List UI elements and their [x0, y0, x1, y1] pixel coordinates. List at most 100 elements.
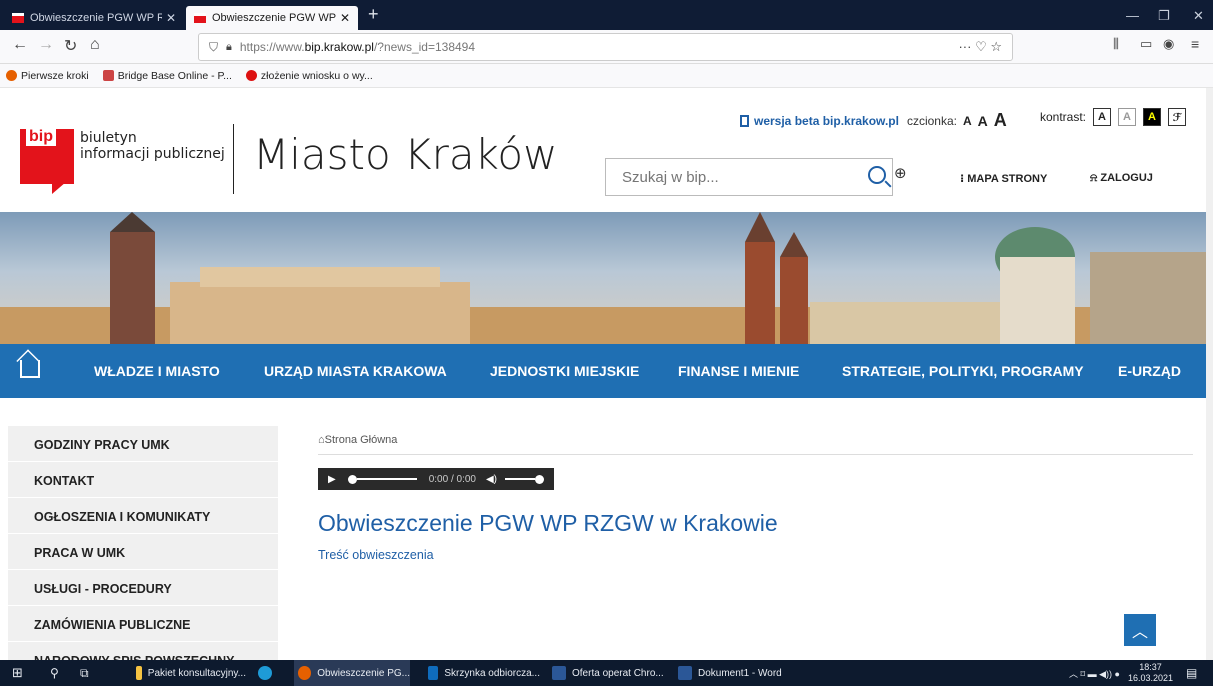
- notifications-icon[interactable]: ▤: [1186, 660, 1197, 686]
- sidebar-item-uslugi[interactable]: USŁUGI - PROCEDURY: [8, 570, 278, 606]
- search-icon[interactable]: [868, 166, 886, 184]
- account-icon[interactable]: ◉: [1163, 36, 1174, 52]
- player-duration: 0:00: [456, 473, 476, 485]
- login-link[interactable]: ⍾ ZALOGUJ: [1090, 172, 1153, 185]
- font-size-medium[interactable]: A: [978, 113, 988, 129]
- bookmark-item[interactable]: Pierwsze kroki: [6, 70, 89, 82]
- library-icon[interactable]: ⫼: [1113, 36, 1119, 52]
- new-tab-icon[interactable]: +: [368, 4, 379, 25]
- search-taskbar-icon[interactable]: ⚲: [50, 660, 59, 686]
- task-view-icon[interactable]: ⧉: [80, 660, 89, 686]
- tray-icons[interactable]: ︿ ⌑ ▬ ◀)) ●: [1069, 667, 1120, 680]
- sidebar-item-ogloszenia[interactable]: OGŁOSZENIA I KOMUNIKATY: [8, 498, 278, 534]
- accessibility-bar: wersja beta bip.krakow.pl czcionka: A A …: [740, 110, 1007, 131]
- hearing-impaired-icon[interactable]: ℱ: [1168, 108, 1187, 126]
- close-tab-icon[interactable]: ✕: [166, 11, 176, 25]
- clock[interactable]: 18:37 16.03.2021: [1128, 662, 1173, 684]
- seek-knob[interactable]: [347, 474, 357, 484]
- url-prefix: https://www.: [239, 40, 305, 54]
- sidebar-item-kontakt[interactable]: KONTAKT: [8, 462, 278, 498]
- menu-item-e-urzad[interactable]: E-URZĄD: [1118, 363, 1181, 379]
- firefox-icon: [6, 70, 17, 81]
- player-current-time: 0:00: [428, 473, 449, 485]
- taskbar-app[interactable]: Pakiet konsultacyjny...: [136, 660, 246, 686]
- edge-icon[interactable]: [258, 660, 278, 686]
- url-bar[interactable]: ⛉ 🔒︎ https://www. bip.krakow.pl/?news_id=…: [198, 33, 1013, 61]
- contrast-high-button[interactable]: A: [1143, 108, 1162, 126]
- start-icon[interactable]: ⊞: [12, 660, 23, 686]
- bookmarks-bar: Pierwsze kroki Bridge Base Online - P...…: [0, 64, 1213, 88]
- home-icon[interactable]: [20, 360, 40, 378]
- browser-tab-active[interactable]: Obwieszczenie PGW WP RZGW ✕: [186, 6, 358, 30]
- sitemap-label: MAPA STRONY: [967, 173, 1048, 185]
- breadcrumb[interactable]: ⌂Strona Główna: [318, 434, 397, 446]
- menu-item-finanse[interactable]: FINANSE I MIENIE: [678, 363, 799, 379]
- scroll-to-top-button[interactable]: ︿: [1124, 614, 1156, 646]
- beta-link[interactable]: wersja beta bip.krakow.pl: [740, 114, 899, 128]
- menu-icon[interactable]: ≡: [1191, 36, 1199, 52]
- url-domain: bip.krakow.pl: [304, 40, 374, 54]
- forward-icon[interactable]: →: [38, 36, 54, 54]
- sidebar-icon[interactable]: ▭: [1140, 36, 1152, 52]
- volume-knob[interactable]: [535, 474, 545, 484]
- close-window-icon[interactable]: ✕: [1193, 8, 1204, 24]
- sidebar-item-praca[interactable]: PRACA W UMK: [8, 534, 278, 570]
- site-favicon-icon: [194, 13, 206, 23]
- lock-icon: 🔒︎: [226, 40, 232, 53]
- breadcrumb-label: Strona Główna: [324, 434, 398, 446]
- sidebar-item-zamowienia[interactable]: ZAMÓWIENIA PUBLICZNE: [8, 606, 278, 642]
- close-tab-icon[interactable]: ✕: [340, 11, 350, 25]
- logo-text: biuletyn informacji publicznej: [80, 130, 225, 162]
- contrast-normal-button[interactable]: A: [1093, 108, 1112, 126]
- site-title[interactable]: Miasto Kraków: [253, 130, 557, 179]
- reload-icon[interactable]: ↻: [64, 36, 77, 56]
- page-actions-icon[interactable]: ··· ♡ ☆: [958, 39, 1002, 55]
- minimize-icon[interactable]: —: [1126, 8, 1139, 23]
- beta-icon: [740, 114, 749, 127]
- browser-tab[interactable]: Obwieszczenie PGW WP RZGW ✕: [4, 6, 184, 30]
- taskbar-app-label: Obwieszczenie PG...: [317, 667, 410, 679]
- tab-title: Obwieszczenie PGW WP RZGW: [212, 12, 336, 24]
- page-scrollbar[interactable]: [1206, 88, 1213, 660]
- taskbar-app-label: Oferta operat Chro...: [572, 667, 664, 679]
- taskbar-app-active[interactable]: Obwieszczenie PG...: [294, 660, 410, 686]
- restore-icon[interactable]: ❐: [1158, 8, 1170, 24]
- bookmark-item[interactable]: Bridge Base Online - P...: [102, 70, 232, 82]
- play-icon[interactable]: ▶: [328, 474, 336, 485]
- seek-bar[interactable]: [356, 478, 417, 480]
- sidebar-item-spis[interactable]: NARODOWY SPIS POWSZECHNY: [8, 642, 278, 660]
- advanced-search-icon[interactable]: ⊕: [894, 164, 907, 182]
- sidebar-item-godziny[interactable]: GODZINY PRACY UMK: [8, 426, 278, 462]
- font-size-large[interactable]: A: [994, 110, 1007, 131]
- home-icon[interactable]: ⌂: [90, 36, 100, 54]
- logo-line-2: informacji publicznej: [80, 146, 225, 162]
- announcement-link[interactable]: Treść obwieszczenia: [318, 548, 434, 562]
- sitemap-link[interactable]: ⁝ MAPA STRONY: [960, 172, 1047, 185]
- audio-player: ▶ 0:00 / 0:00 ◀): [318, 468, 554, 490]
- login-label: ZALOGUJ: [1100, 172, 1153, 184]
- volume-icon[interactable]: ◀): [486, 474, 497, 485]
- page-title: Obwieszczenie PGW WP RZGW w Krakowie: [318, 510, 778, 536]
- bookmark-item[interactable]: złożenie wniosku o wy...: [245, 70, 373, 82]
- word-icon: [552, 666, 566, 680]
- menu-item-jednostki[interactable]: JEDNOSTKI MIEJSKIE: [490, 363, 639, 379]
- sidebar: GODZINY PRACY UMK KONTAKT OGŁOSZENIA I K…: [8, 426, 278, 660]
- back-icon[interactable]: ←: [12, 36, 28, 54]
- taskbar-app[interactable]: Oferta operat Chro...: [552, 660, 664, 686]
- search-input[interactable]: [606, 168, 846, 186]
- bip-logo[interactable]: bip biuletyn informacji publicznej: [20, 124, 230, 196]
- header-divider: [233, 124, 234, 194]
- taskbar-app[interactable]: Skrzynka odbiorcza...: [428, 660, 540, 686]
- browser-tab-bar: Obwieszczenie PGW WP RZGW ✕ Obwieszczeni…: [0, 0, 1213, 30]
- menu-item-urzad[interactable]: URZĄD MIASTA KRAKOWA: [264, 363, 447, 379]
- volume-bar[interactable]: [505, 478, 536, 480]
- font-size-small[interactable]: A: [963, 114, 972, 128]
- clock-date: 16.03.2021: [1127, 673, 1173, 683]
- contrast-light-button[interactable]: A: [1118, 108, 1137, 126]
- breadcrumb-divider: [318, 454, 1193, 455]
- menu-item-wladze[interactable]: WŁADZE I MIASTO: [94, 363, 220, 379]
- system-tray: ︿ ⌑ ▬ ◀)) ● 18:37 16.03.2021: [1069, 660, 1173, 686]
- taskbar-app[interactable]: Dokument1 - Word: [678, 660, 790, 686]
- menu-item-strategie[interactable]: STRATEGIE, POLITYKI, PROGRAMY: [842, 363, 1084, 379]
- bbo-icon: [102, 70, 114, 81]
